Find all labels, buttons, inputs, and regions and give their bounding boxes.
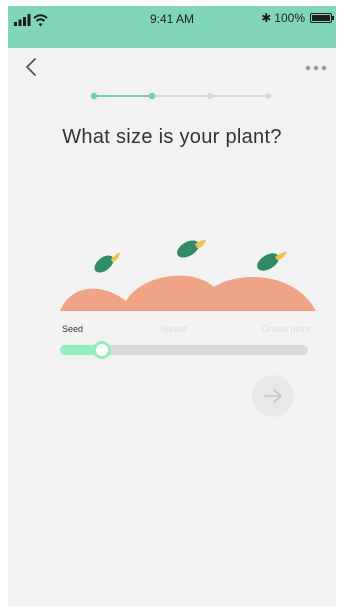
status-right-group: ✱ 100% [261,11,334,25]
seed-left-icon [94,252,120,273]
chevron-left-icon [26,58,36,76]
bluetooth-icon: ✱ [261,11,272,25]
next-button[interactable] [252,375,294,417]
battery-icon [310,13,334,23]
plant-illustration [60,239,316,311]
seed-right-icon [257,251,287,271]
slider-thumb[interactable] [93,341,112,359]
battery-percent: 100% [274,11,305,25]
seed-middle-icon [177,239,206,258]
progress-step-2 [148,92,156,100]
size-labels: Seed Sprout Grown plant [60,324,310,338]
app-screen: 9:41 AM ✱ 100% What size is your plant? [8,6,336,606]
size-label-sprout[interactable]: Sprout [160,324,187,334]
back-button[interactable] [22,56,46,80]
size-slider[interactable] [60,341,308,359]
battery-level [312,15,330,21]
page-title: What size is your plant? [62,126,282,148]
progress-step-1 [90,92,98,100]
soil-mounds [60,275,316,311]
progress-step-4 [265,93,271,99]
progress-step-3 [207,93,213,99]
more-options-button[interactable] [304,61,328,75]
status-bar: 9:41 AM ✱ 100% [8,6,336,48]
arrow-right-icon [263,389,282,403]
ellipsis-icon [305,65,327,71]
progress-stepper [90,92,271,100]
size-label-seed[interactable]: Seed [62,324,83,334]
size-label-grown-plant[interactable]: Grown plant [261,324,310,334]
